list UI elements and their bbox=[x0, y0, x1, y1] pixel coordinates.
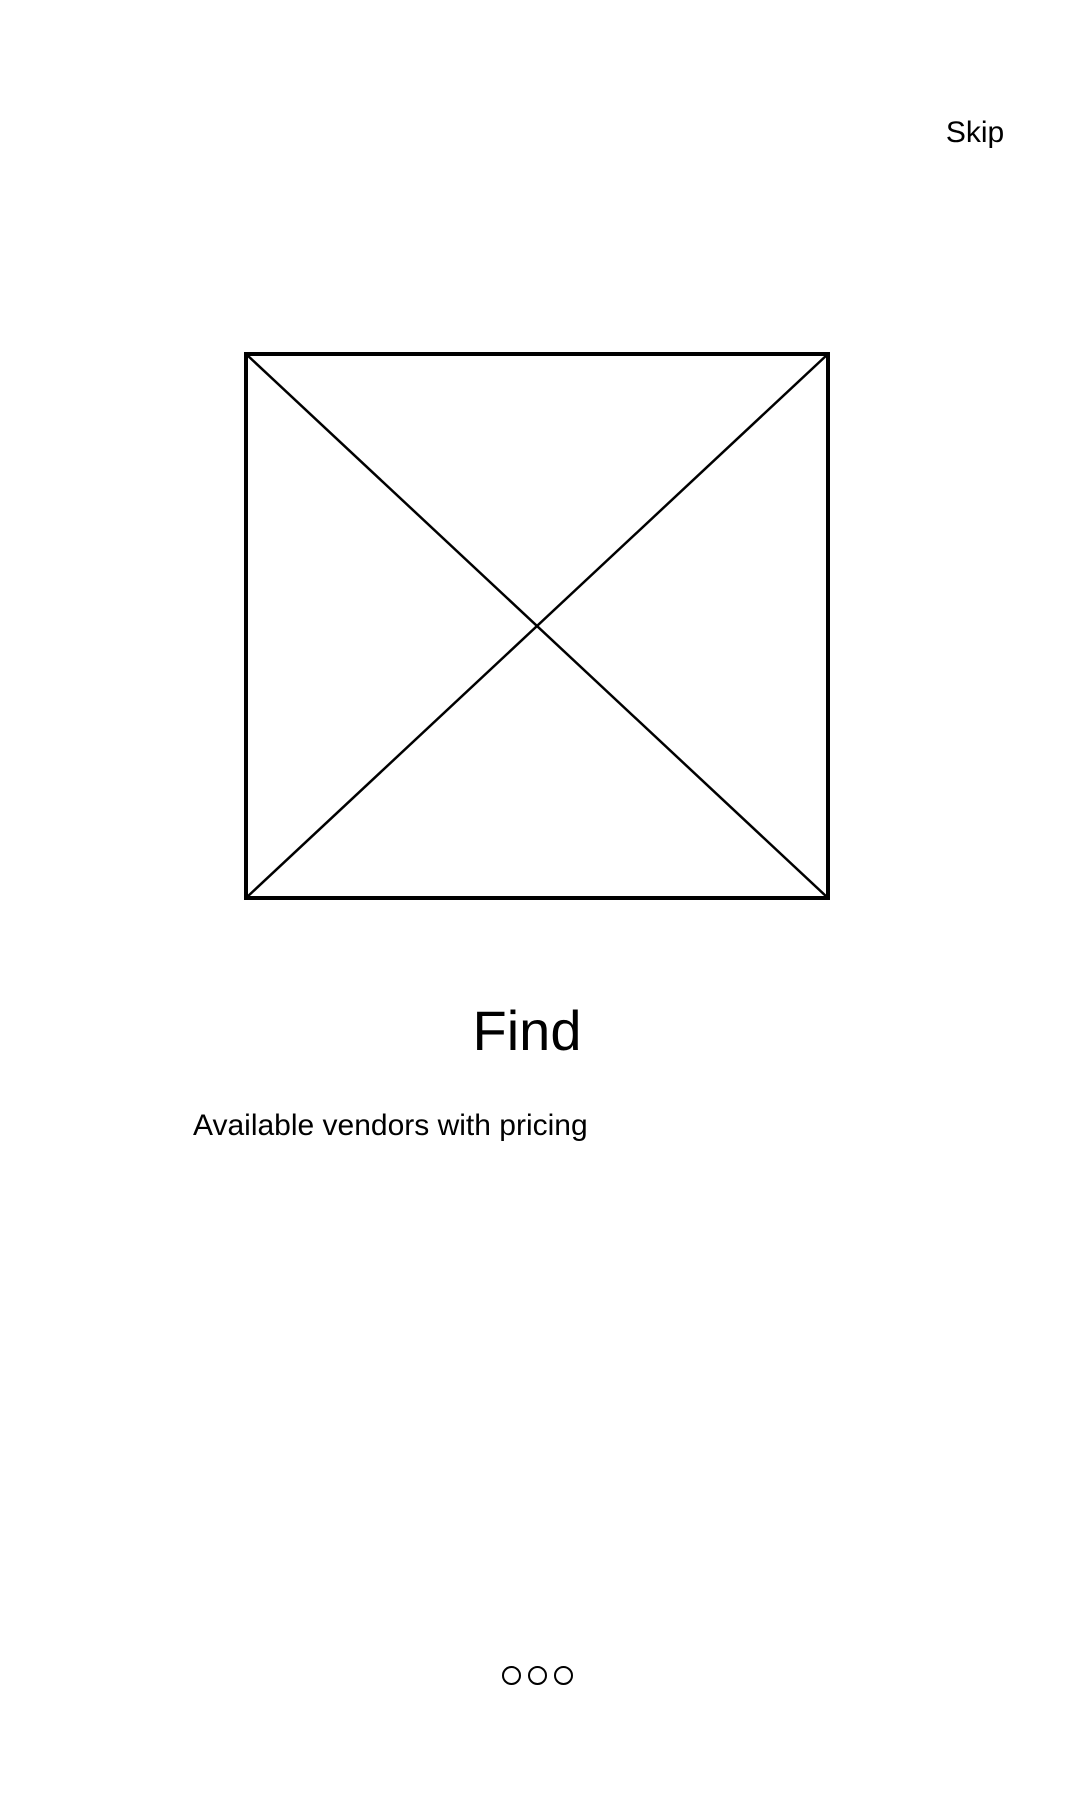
onboarding-description: Available vendors with pricing bbox=[193, 1109, 588, 1142]
page-indicator bbox=[0, 1666, 1074, 1685]
image-placeholder bbox=[244, 352, 830, 900]
skip-button[interactable]: Skip bbox=[930, 110, 1020, 156]
page-dot-2[interactable] bbox=[527, 1666, 547, 1685]
page-title: Find bbox=[472, 999, 582, 1062]
page-dot-3[interactable] bbox=[553, 1666, 573, 1685]
page-dot-1[interactable] bbox=[501, 1666, 521, 1685]
